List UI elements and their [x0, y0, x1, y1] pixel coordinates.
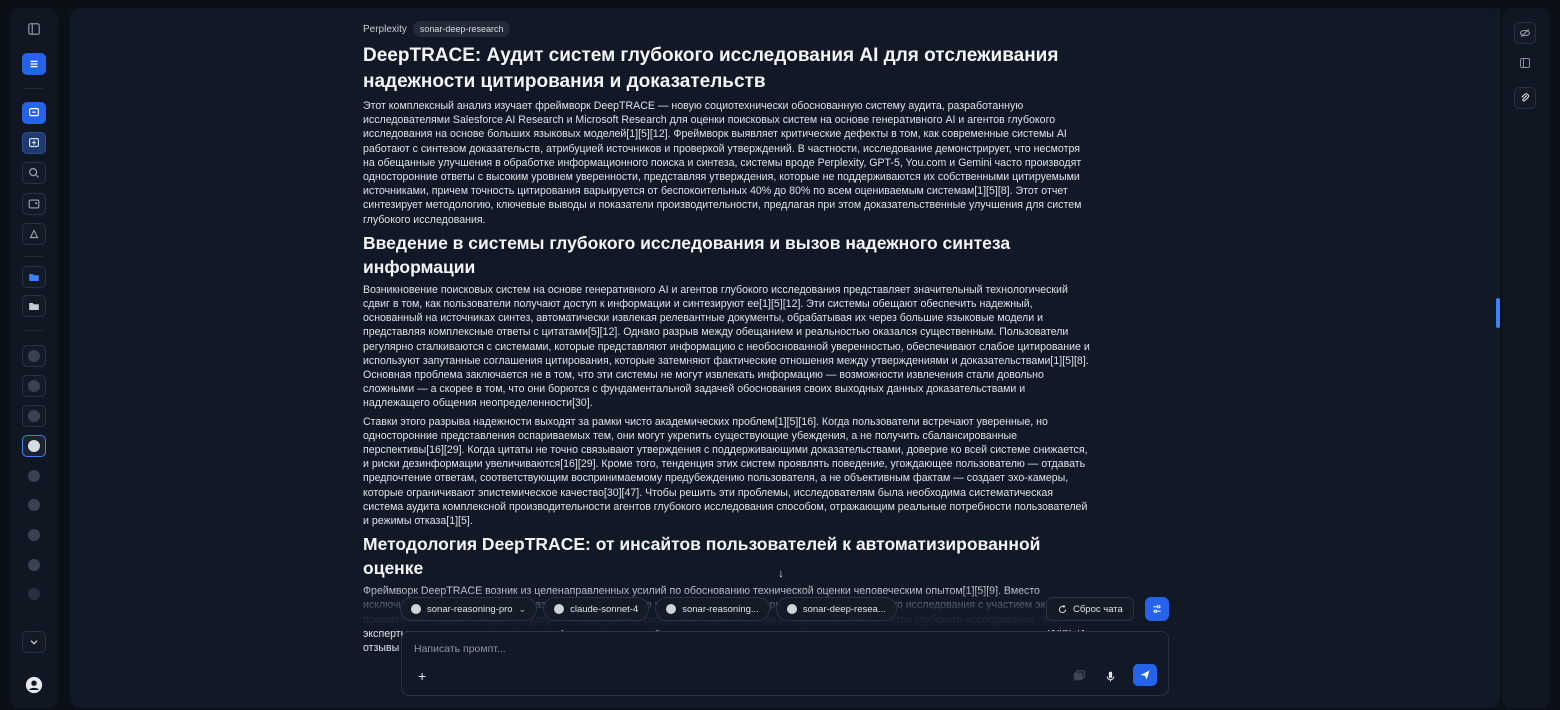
image-icon[interactable] [22, 193, 46, 215]
model-chip-sonar-reasoning[interactable]: sonar-reasoning... [655, 597, 770, 621]
search-icon[interactable] [22, 162, 46, 184]
new-chat-icon[interactable] [22, 102, 46, 124]
provider-name: Perplexity [363, 23, 407, 35]
paragraph: Ставки этого разрыва надежности выходят … [363, 415, 1088, 528]
model-item-icon[interactable] [22, 465, 46, 487]
add-chat-icon[interactable] [22, 132, 46, 154]
chevron-down-icon[interactable] [22, 631, 46, 653]
hide-icon[interactable] [1514, 22, 1536, 44]
section-heading: Методология DeepTRACE: от инсайтов польз… [363, 534, 1041, 579]
anthropic-icon [554, 604, 565, 614]
perplexity-icon [666, 604, 677, 614]
model-perplexity-icon[interactable] [22, 435, 46, 457]
app-window: Perplexity sonar-deep-research DeepTRACE… [0, 0, 1560, 710]
model-item-icon[interactable] [22, 554, 46, 576]
send-icon [1140, 670, 1150, 680]
model-item-icon[interactable] [22, 494, 46, 516]
send-button[interactable] [1133, 664, 1157, 686]
menu-icon[interactable] [22, 53, 46, 75]
reset-chat-button[interactable]: Сброс чата [1046, 597, 1134, 621]
refresh-icon [1058, 604, 1067, 613]
folder-icon[interactable] [22, 295, 46, 317]
model-chip-label: claude-sonnet-4 [570, 603, 639, 615]
model-item-icon[interactable] [22, 524, 46, 546]
model-chip-label: sonar-reasoning... [682, 603, 759, 615]
model-anthropic-icon[interactable] [22, 375, 46, 397]
model-chip-label: sonar-deep-resea... [802, 603, 886, 615]
left-sidebar [10, 8, 58, 708]
model-selector-bar: sonar-reasoning-pro ⌄ claude-sonnet-4 so… [400, 597, 897, 621]
perplexity-icon [786, 604, 797, 614]
microphone-icon[interactable] [1101, 667, 1119, 685]
right-toolbar [1502, 8, 1550, 708]
image-upload-icon[interactable] [1070, 667, 1088, 685]
article-title: DeepTRACE: Аудит систем глубокого исслед… [363, 45, 1059, 92]
toggle-sidebar-icon[interactable] [22, 18, 46, 40]
chevron-down-icon: ⌄ [518, 603, 527, 614]
user-avatar-icon[interactable] [22, 674, 46, 696]
brush-icon[interactable] [22, 223, 46, 245]
prompt-input[interactable] [414, 640, 1014, 658]
scroll-down-icon[interactable]: ↓ [778, 566, 792, 582]
folder-active-icon[interactable] [22, 266, 46, 288]
assistant-message: Perplexity sonar-deep-research DeepTRACE… [363, 20, 1093, 655]
scrollbar-thumb[interactable] [1496, 298, 1500, 328]
model-item-icon[interactable] [22, 583, 46, 605]
model-chip-sonar-deep-research[interactable]: sonar-deep-resea... [775, 597, 897, 621]
reset-chat-label: Сброс чата [1073, 603, 1123, 615]
model-chip-sonar-reasoning-pro[interactable]: sonar-reasoning-pro ⌄ [400, 597, 538, 621]
message-meta: Perplexity sonar-deep-research [363, 20, 1093, 38]
model-chip-label: sonar-reasoning-pro [427, 603, 513, 615]
sliders-icon[interactable] [1145, 597, 1169, 621]
scrollbar[interactable] [1496, 8, 1500, 630]
article-intro: Этот комплексный анализ изучает фреймвор… [363, 100, 1082, 226]
add-attachment-icon[interactable]: + [418, 668, 426, 684]
model-google-icon[interactable] [22, 405, 46, 427]
model-chip-claude-sonnet-4[interactable]: claude-sonnet-4 [543, 597, 650, 621]
panel-icon[interactable] [1514, 52, 1536, 74]
prompt-composer: + [401, 631, 1169, 696]
perplexity-icon [411, 604, 421, 614]
paragraph: Возникновение поисковых систем на основе… [363, 283, 1090, 410]
model-openai-icon[interactable] [22, 345, 46, 367]
model-badge: sonar-deep-research [412, 21, 511, 37]
section-heading: Введение в системы глубокого исследовани… [363, 232, 1011, 277]
attachment-icon[interactable] [1514, 87, 1536, 109]
